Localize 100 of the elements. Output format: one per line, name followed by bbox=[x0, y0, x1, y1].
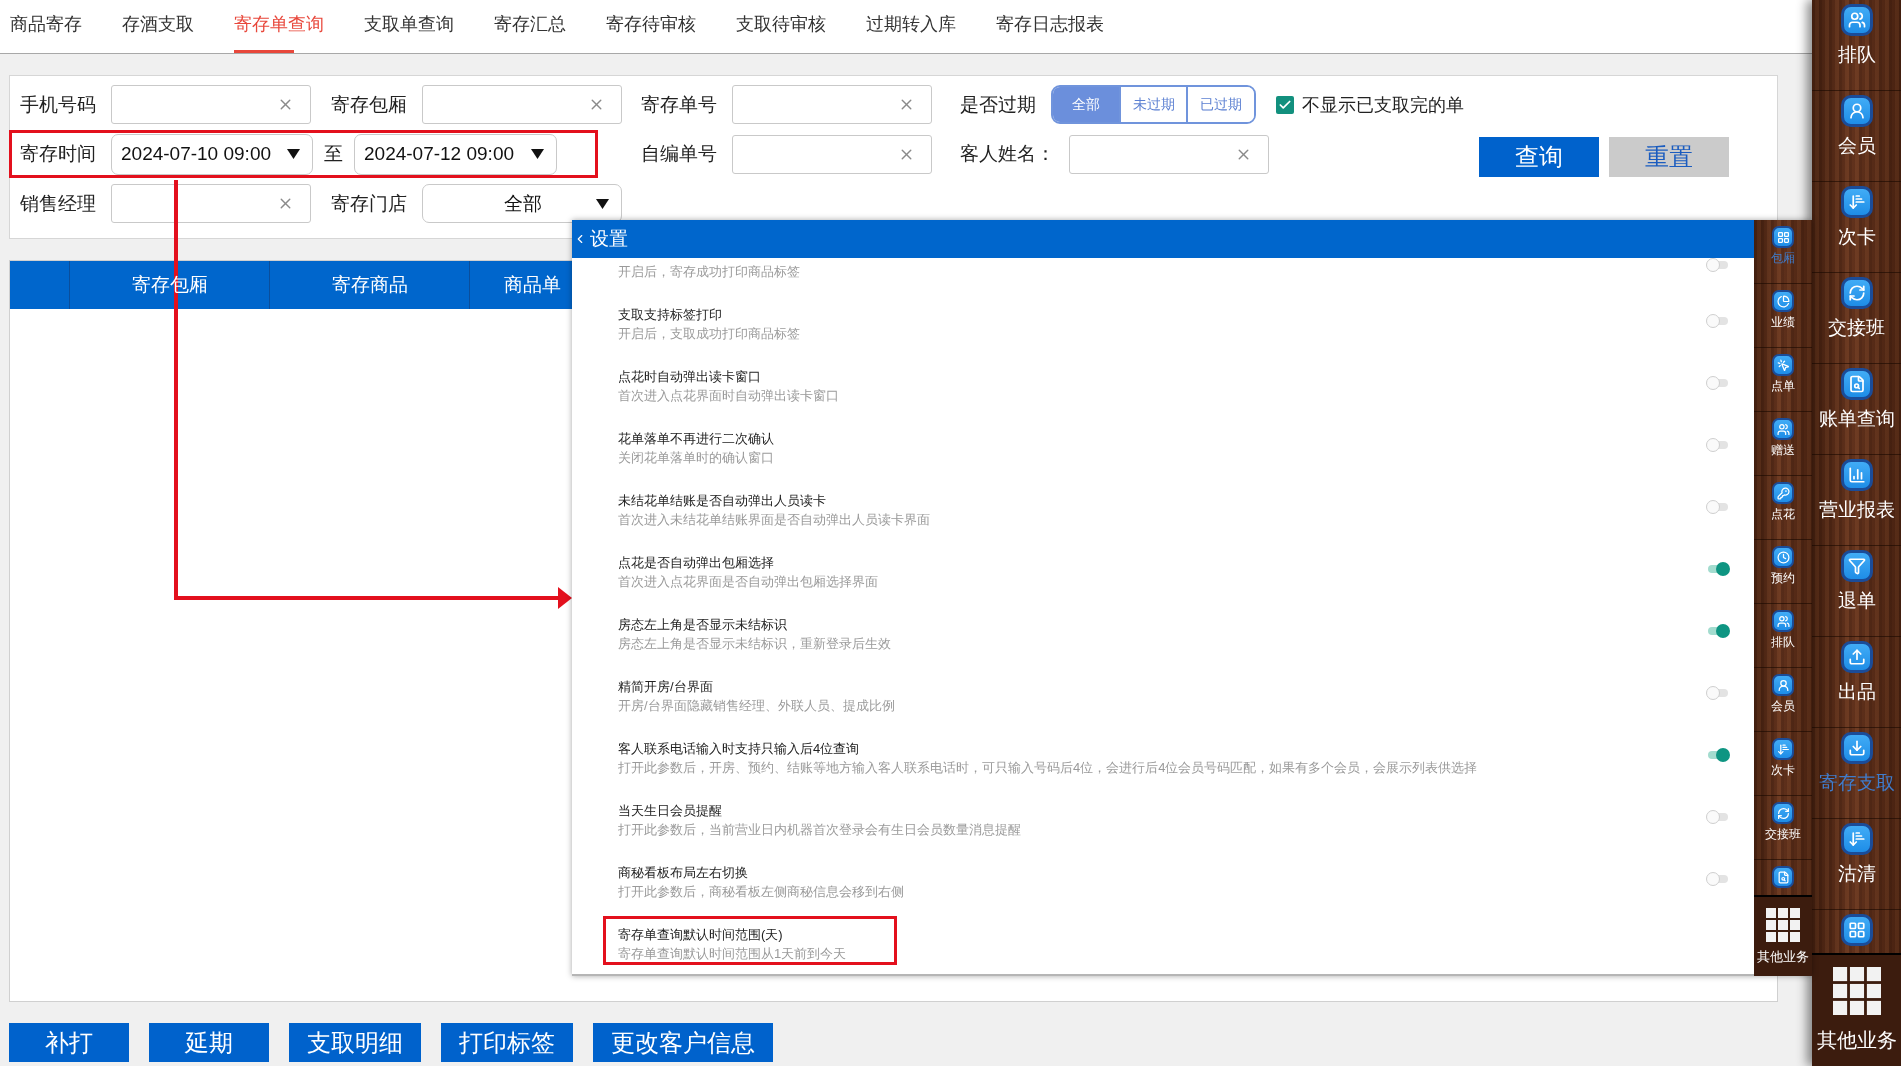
grid-icon bbox=[1772, 226, 1794, 248]
filter-icon bbox=[1840, 550, 1873, 582]
refresh-icon bbox=[1772, 802, 1794, 824]
key-icon bbox=[1772, 482, 1794, 504]
toggle-switch[interactable] bbox=[1706, 313, 1730, 328]
download-icon bbox=[1840, 732, 1873, 764]
toggle-switch[interactable] bbox=[1706, 809, 1730, 824]
date-field[interactable]: 2024-07-12 09:00 bbox=[354, 133, 557, 175]
action-button[interactable]: 补打 bbox=[9, 1023, 129, 1062]
setting-description: 寄存单查询默认时间范围从1天前到今天 bbox=[618, 945, 847, 962]
field-label: 自编单号 bbox=[641, 142, 718, 166]
setting-title: 花单落单不再进行二次确认 bbox=[618, 430, 774, 448]
tab[interactable]: 寄存待审核 bbox=[606, 0, 696, 53]
select-field[interactable]: 全部 bbox=[422, 184, 622, 223]
field-label: 是否过期 bbox=[960, 92, 1037, 117]
tab[interactable]: 存酒支取 bbox=[122, 0, 194, 53]
sidebar-item[interactable]: 排队 bbox=[1812, 0, 1901, 91]
tab[interactable]: 支取待审核 bbox=[736, 0, 826, 53]
toggle-switch[interactable] bbox=[1706, 561, 1730, 576]
caret-icon bbox=[531, 149, 544, 159]
sidebar-item[interactable]: 出品 bbox=[1812, 637, 1901, 728]
tab[interactable]: 寄存日志报表 bbox=[996, 0, 1104, 53]
file-search-icon bbox=[1840, 368, 1873, 400]
setting-title: 商秘看板布局左右切换 bbox=[618, 864, 749, 882]
toggle-switch[interactable] bbox=[1706, 499, 1730, 514]
toggle-switch[interactable] bbox=[1706, 375, 1730, 390]
setting-description: 首次进入点花界面是否自动弹出包厢选择界面 bbox=[618, 573, 878, 590]
setting-description: 首次进入未结花单结账界面是否自动弹出人员读卡界面 bbox=[618, 511, 930, 528]
sidebar-item[interactable]: 会员 bbox=[1754, 668, 1812, 732]
field-label: 寄存门店 bbox=[331, 191, 408, 216]
sort-down-icon bbox=[1772, 738, 1794, 760]
setting-title: 点花是否自动弹出包厢选择 bbox=[618, 554, 775, 572]
sidebar-item[interactable]: 退单 bbox=[1812, 546, 1901, 637]
sidebar-item[interactable]: 其他业务 bbox=[1812, 955, 1901, 1066]
pointer-click-icon bbox=[1772, 354, 1794, 376]
range-separator: 至 bbox=[324, 142, 343, 166]
sidebar-item[interactable]: 次卡 bbox=[1812, 182, 1901, 273]
user-icon bbox=[1772, 674, 1794, 696]
sidebar-item[interactable]: 点单 bbox=[1754, 348, 1812, 412]
file-search-icon bbox=[1772, 866, 1794, 888]
sidebar-item[interactable]: 会员 bbox=[1812, 91, 1901, 182]
toggle-switch[interactable] bbox=[1706, 871, 1730, 886]
action-button[interactable]: 打印标签 bbox=[441, 1023, 573, 1062]
setting-description: 关闭花单落单时的确认窗口 bbox=[618, 449, 774, 466]
field-label: 寄存时间 bbox=[20, 142, 97, 166]
toggle-switch[interactable] bbox=[1706, 623, 1730, 638]
tab[interactable]: 商品寄存 bbox=[10, 0, 82, 53]
sidebar-item[interactable]: 预约 bbox=[1754, 540, 1812, 604]
text-field[interactable] bbox=[1069, 134, 1269, 174]
text-field[interactable] bbox=[111, 184, 311, 223]
users-icon bbox=[1840, 4, 1873, 36]
sidebar-item[interactable]: 点花 bbox=[1754, 476, 1812, 540]
tab[interactable]: 寄存汇总 bbox=[494, 0, 566, 53]
setting-description: 开启后，支取成功打印商品标签 bbox=[618, 325, 800, 342]
action-button[interactable]: 支取明细 bbox=[289, 1023, 421, 1062]
sidebar-item[interactable]: 业绩 bbox=[1754, 284, 1812, 348]
users-icon bbox=[1772, 610, 1794, 632]
date-field[interactable]: 2024-07-10 09:00 bbox=[111, 133, 313, 175]
sidebar-item[interactable]: 赠送 bbox=[1754, 412, 1812, 476]
sidebar-item[interactable]: 营业报表 bbox=[1812, 455, 1901, 546]
user-icon bbox=[1840, 95, 1873, 127]
reset-button[interactable]: 重置 bbox=[1609, 137, 1729, 177]
sidebar-item[interactable]: 排队 bbox=[1754, 604, 1812, 668]
toggle-switch[interactable] bbox=[1706, 747, 1730, 762]
sidebar-item[interactable]: 次卡 bbox=[1754, 732, 1812, 796]
apps-grid-icon bbox=[1766, 907, 1800, 942]
action-button[interactable]: 延期 bbox=[149, 1023, 269, 1062]
sidebar-item[interactable]: 其他业务 bbox=[1754, 897, 1812, 976]
tab[interactable]: 寄存单查询 bbox=[234, 0, 324, 53]
toggle-switch[interactable] bbox=[1706, 437, 1730, 452]
sidebar-item[interactable]: 沽清 bbox=[1812, 819, 1901, 910]
setting-title: 精简开房/台界面 bbox=[618, 678, 714, 696]
toggle-switch[interactable] bbox=[1706, 258, 1730, 272]
action-button[interactable]: 更改客户信息 bbox=[593, 1023, 773, 1062]
text-field[interactable] bbox=[422, 85, 622, 124]
setting-title: 点花时自动弹出读卡窗口 bbox=[618, 368, 762, 386]
caret-icon bbox=[596, 198, 609, 209]
sidebar-item[interactable]: 交接班 bbox=[1754, 796, 1812, 860]
users-icon bbox=[1772, 418, 1794, 440]
setting-title: 寄存单查询默认时间范围(天) bbox=[618, 926, 784, 944]
text-field[interactable] bbox=[732, 134, 932, 174]
setting-title: 未结花单结账是否自动弹出人员读卡 bbox=[618, 492, 827, 510]
text-field[interactable] bbox=[732, 85, 932, 124]
sort-down-icon bbox=[1840, 186, 1873, 218]
field-label: 寄存单号 bbox=[641, 92, 718, 117]
checkbox[interactable] bbox=[1276, 95, 1294, 114]
column-header: 寄存商品 bbox=[270, 261, 470, 309]
text-field[interactable] bbox=[111, 85, 311, 124]
sidebar-item[interactable]: 交接班 bbox=[1812, 273, 1901, 364]
sidebar-item[interactable]: 账单查询 bbox=[1812, 364, 1901, 455]
settings-title: 设置 bbox=[590, 227, 628, 251]
setting-description: 打开此参数后，商秘看板左侧商秘信息会移到右侧 bbox=[618, 883, 904, 900]
checkbox-label: 不显示已支取完的单 bbox=[1302, 93, 1464, 117]
toggle-switch[interactable] bbox=[1706, 685, 1730, 700]
tab[interactable]: 支取单查询 bbox=[364, 0, 454, 53]
tab[interactable]: 过期转入库 bbox=[866, 0, 956, 53]
search-button[interactable]: 查询 bbox=[1479, 137, 1599, 177]
apps-grid-icon bbox=[1832, 967, 1881, 1015]
setting-description: 打开此参数后，开房、预约、结账等地方输入客人联系电话时，可只输入号码后4位，会进行后4位会员号码匹配，如果有多个会员，会展示列表供选择 bbox=[618, 759, 1478, 776]
segment-option[interactable]: 已过期 bbox=[1186, 87, 1254, 122]
